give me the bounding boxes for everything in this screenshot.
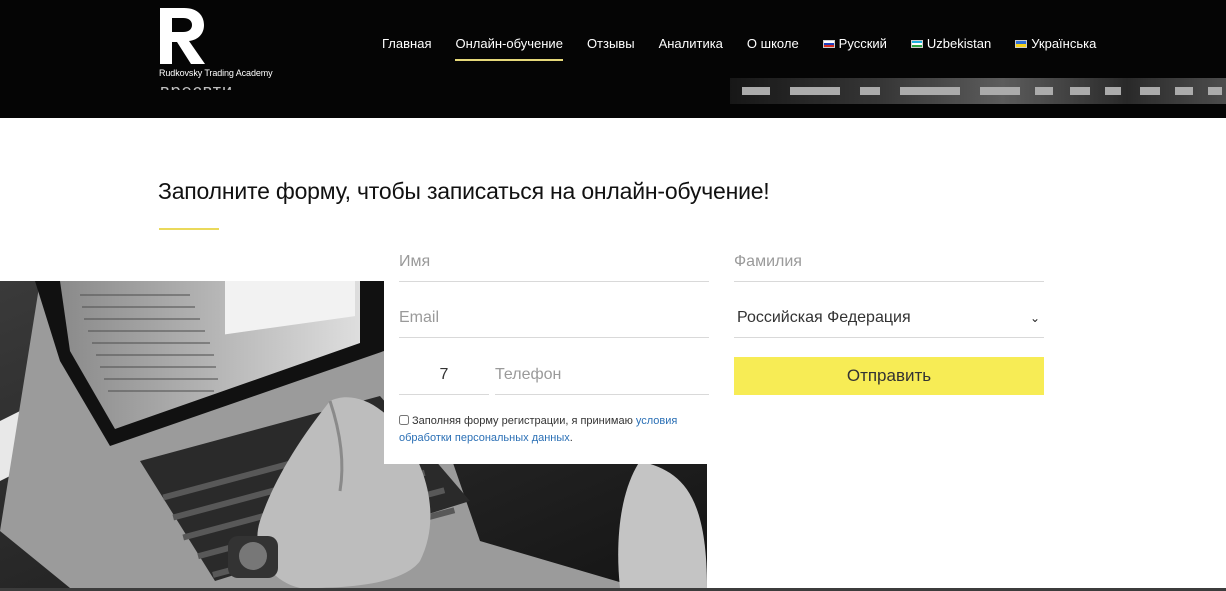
consent-block: Заполняя форму регистрации, я принимаю у… xyxy=(399,413,699,447)
phone-code-field[interactable]: 7 xyxy=(399,355,489,395)
uzbekistan-flag-icon xyxy=(910,39,923,48)
nav-about[interactable]: О школе xyxy=(747,36,799,51)
site-logo[interactable]: Rudkovsky Trading Academy xyxy=(158,6,288,82)
consent-checkbox[interactable] xyxy=(399,415,409,425)
lang-russian[interactable]: Русский xyxy=(822,36,887,51)
submit-button[interactable]: Отправить xyxy=(734,357,1044,395)
hero-image-strip xyxy=(730,78,1226,104)
main-nav: Главная Онлайн-обучение Отзывы Аналитика… xyxy=(382,36,1120,61)
country-value: Российская Федерация xyxy=(737,308,911,326)
chevron-down-icon: ⌄ xyxy=(1029,310,1040,325)
site-header: вресвти Rudkovsky Trading Academy Главна… xyxy=(0,0,1226,118)
logo-r-icon xyxy=(160,8,205,64)
phone-code-value: 7 xyxy=(439,366,449,383)
nav-online-learning[interactable]: Онлайн-обучение xyxy=(455,36,564,61)
russia-flag-icon xyxy=(822,39,835,48)
phone-input[interactable] xyxy=(495,355,709,394)
consent-end: . xyxy=(569,432,573,444)
consent-text: Заполняя форму регистрации, я принимаю xyxy=(412,415,636,427)
brand-name: Rudkovsky Trading Academy xyxy=(159,68,273,78)
nav-reviews[interactable]: Отзывы xyxy=(587,36,635,51)
title-underline xyxy=(159,228,219,230)
first-name-field xyxy=(399,242,709,282)
last-name-input[interactable] xyxy=(734,242,1044,281)
email-field xyxy=(399,298,709,338)
nav-home[interactable]: Главная xyxy=(382,36,431,51)
lang-russian-label: Русский xyxy=(838,36,887,51)
last-name-field xyxy=(734,242,1044,282)
lang-ukrainian[interactable]: Українська xyxy=(1015,36,1096,51)
lang-ukrainian-label: Українська xyxy=(1031,36,1097,51)
section-title: Заполните форму, чтобы записаться на онл… xyxy=(158,178,770,204)
ukraine-flag-icon xyxy=(1015,39,1028,48)
nav-analytics[interactable]: Аналитика xyxy=(659,36,723,51)
country-select[interactable]: Российская Федерация ⌄ xyxy=(734,298,1044,338)
lang-uzbekistan[interactable]: Uzbekistan xyxy=(910,36,992,51)
first-name-input[interactable] xyxy=(399,242,709,281)
lang-uzbekistan-label: Uzbekistan xyxy=(926,36,992,51)
phone-field xyxy=(495,355,709,395)
email-input[interactable] xyxy=(399,298,709,337)
